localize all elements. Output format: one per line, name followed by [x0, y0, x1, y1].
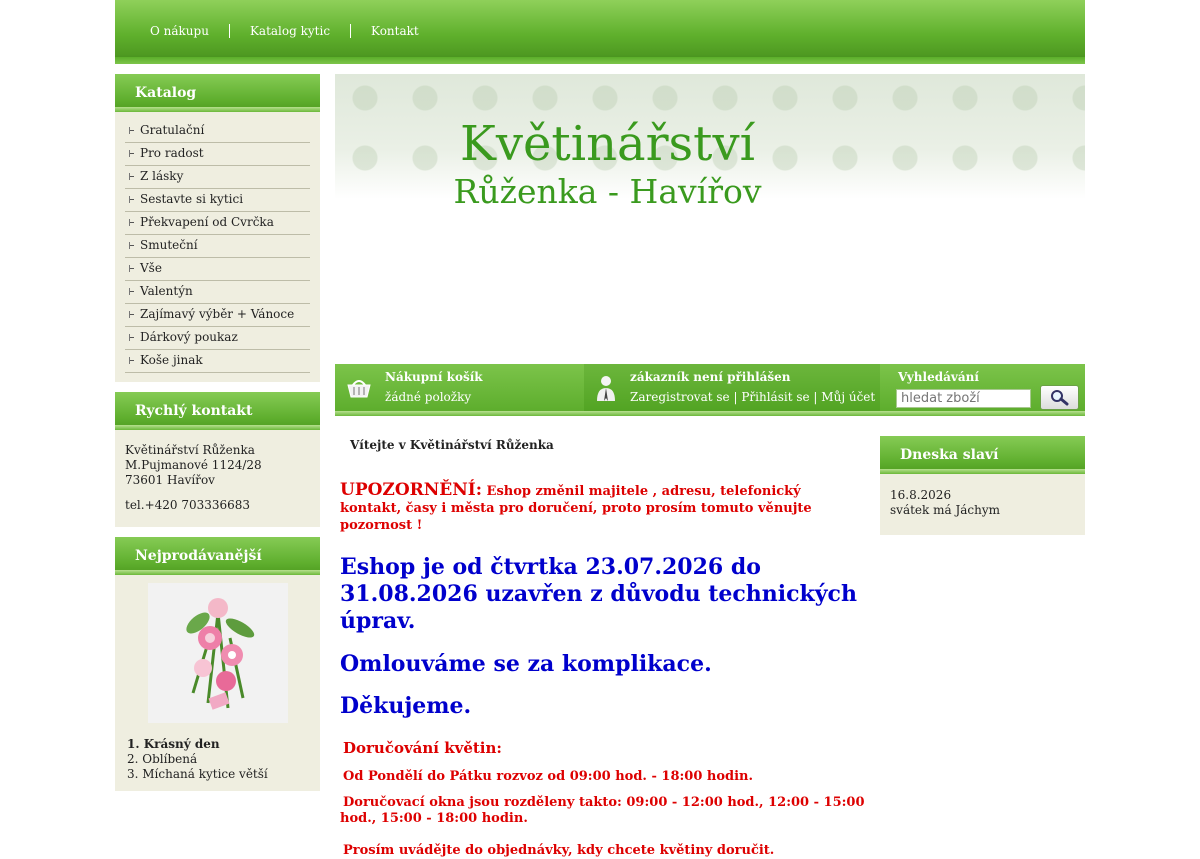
bestseller-item[interactable]: 3. Míchaná kytice větší	[127, 767, 310, 782]
catalog-item-prekvapeni[interactable]: Překvapení od Cvrčka	[125, 212, 310, 235]
apology-text: Omlouváme se za komplikace.	[340, 651, 712, 677]
bouquet-image-icon	[147, 583, 288, 723]
user-status: zákazník není přihlášen	[630, 370, 791, 384]
bestseller-item[interactable]: 2. Oblíbená	[127, 752, 310, 767]
nameday-text: svátek má Jáchym	[890, 503, 1001, 517]
register-link[interactable]: Zaregistrovat se	[630, 390, 730, 404]
login-link[interactable]: Přihlásit se	[741, 390, 809, 404]
user-icon	[597, 376, 615, 401]
search-title: Vyhledávání	[898, 370, 979, 384]
contact-street: M.Pujmanové 1124/28	[125, 458, 262, 472]
catalog-box: Katalog Gratulační Pro radost Z lásky Se…	[115, 74, 320, 382]
bestsellers-list: 1. Krásný den 2. Oblíbená 3. Míchaná kyt…	[125, 737, 310, 782]
search-button[interactable]	[1040, 385, 1079, 410]
catalog-item-z-lasky[interactable]: Z lásky	[125, 166, 310, 189]
catalog-item-darkovy-poukaz[interactable]: Dárkový poukaz	[125, 327, 310, 350]
contact-box: Rychlý kontakt Květinářství Růženka M.Pu…	[115, 392, 320, 527]
bestsellers-title: Nejprodávanější	[135, 548, 262, 564]
nav-item-katalog-kytic[interactable]: Katalog kytic	[240, 24, 352, 38]
nameday-box: Dneska slaví 16.8.2026 svátek má Jáchym	[880, 436, 1085, 535]
nameday-header: Dneska slaví	[880, 436, 1085, 474]
catalog-item-zajimavy-vyber[interactable]: Zajímavý výběr + Vánoce	[125, 304, 310, 327]
nav-item-o-nakupu[interactable]: O nákupu	[140, 24, 230, 38]
catalog-list: Gratulační Pro radost Z lásky Sestavte s…	[115, 112, 320, 381]
catalog-item-kose-jinak[interactable]: Koše jinak	[125, 350, 310, 373]
my-account-link[interactable]: Můj účet	[821, 390, 875, 404]
cart-title: Nákupní košík	[385, 370, 483, 384]
catalog-header: Katalog	[115, 74, 320, 112]
warning-notice: UPOZORNĚNÍ: Eshop změnil majitele , adre…	[340, 482, 865, 534]
contact-info: Květinářství Růženka M.Pujmanové 1124/28…	[115, 430, 320, 533]
top-navigation: O nákupu Katalog kytic Kontakt	[115, 0, 1085, 64]
contact-city: 73601 Havířov	[125, 473, 215, 487]
bestsellers-header: Nejprodávanější	[115, 537, 320, 575]
catalog-item-sestavte-si-kytici[interactable]: Sestavte si kytici	[125, 189, 310, 212]
welcome-heading: Vítejte v Květinářství Růženka	[350, 438, 554, 452]
user-section: zákazník není přihlášen Zaregistrovat se…	[584, 364, 880, 411]
banner-subtitle: Růženka - Havířov	[453, 172, 762, 211]
nameday-date: 16.8.2026	[890, 488, 952, 502]
catalog-item-pro-radost[interactable]: Pro radost	[125, 143, 310, 166]
catalog-item-gratulacni[interactable]: Gratulační	[125, 120, 310, 143]
search-input[interactable]	[896, 389, 1031, 408]
main-content: Vítejte v Květinářství Růženka UPOZORNĚN…	[340, 432, 865, 859]
magnifier-icon	[1051, 390, 1069, 406]
basket-icon	[347, 380, 371, 398]
thanks-text: Děkujeme.	[340, 693, 472, 719]
cart-status: žádné položky	[385, 390, 472, 404]
closed-notice: Eshop je od čtvrtka 23.07.2026 do 31.08.…	[340, 554, 857, 634]
header-banner: Květinářství Růženka - Havířov	[335, 74, 1085, 364]
catalog-item-smutecni[interactable]: Smuteční	[125, 235, 310, 258]
contact-title: Rychlý kontakt	[135, 403, 253, 419]
contact-header: Rychlý kontakt	[115, 392, 320, 430]
contact-name: Květinářství Růženka	[125, 443, 255, 457]
link-separator: |	[813, 390, 818, 404]
banner-title: Květinářství	[460, 116, 755, 172]
search-section: Vyhledávání	[881, 364, 1085, 411]
nameday-title: Dneska slaví	[900, 447, 999, 463]
link-separator: |	[733, 390, 738, 404]
catalog-item-vse[interactable]: Vše	[125, 258, 310, 281]
contact-phone: tel.+420 703336683	[125, 498, 251, 512]
cart-section[interactable]: Nákupní košík žádné položky	[335, 364, 583, 411]
info-bar: Nákupní košík žádné položky zákazník nen…	[335, 364, 1085, 416]
catalog-title: Katalog	[135, 85, 197, 101]
delivery-heading: Doručování květin:	[343, 739, 502, 757]
nav-item-kontakt[interactable]: Kontakt	[361, 24, 439, 38]
bestsellers-box: Nejprodávanější 1. Krásný den 2. Oblíben…	[115, 537, 320, 791]
bestseller-item[interactable]: 1. Krásný den	[127, 737, 310, 752]
warning-label: UPOZORNĚNÍ:	[340, 480, 483, 500]
delivery-hours: Od Pondělí do Pátku rozvoz od 09:00 hod.…	[343, 769, 754, 784]
delivery-note: Prosím uvádějte do objednávky, kdy chcet…	[343, 843, 775, 858]
bestseller-product-image[interactable]	[147, 583, 288, 723]
catalog-item-valentyn[interactable]: Valentýn	[125, 281, 310, 304]
